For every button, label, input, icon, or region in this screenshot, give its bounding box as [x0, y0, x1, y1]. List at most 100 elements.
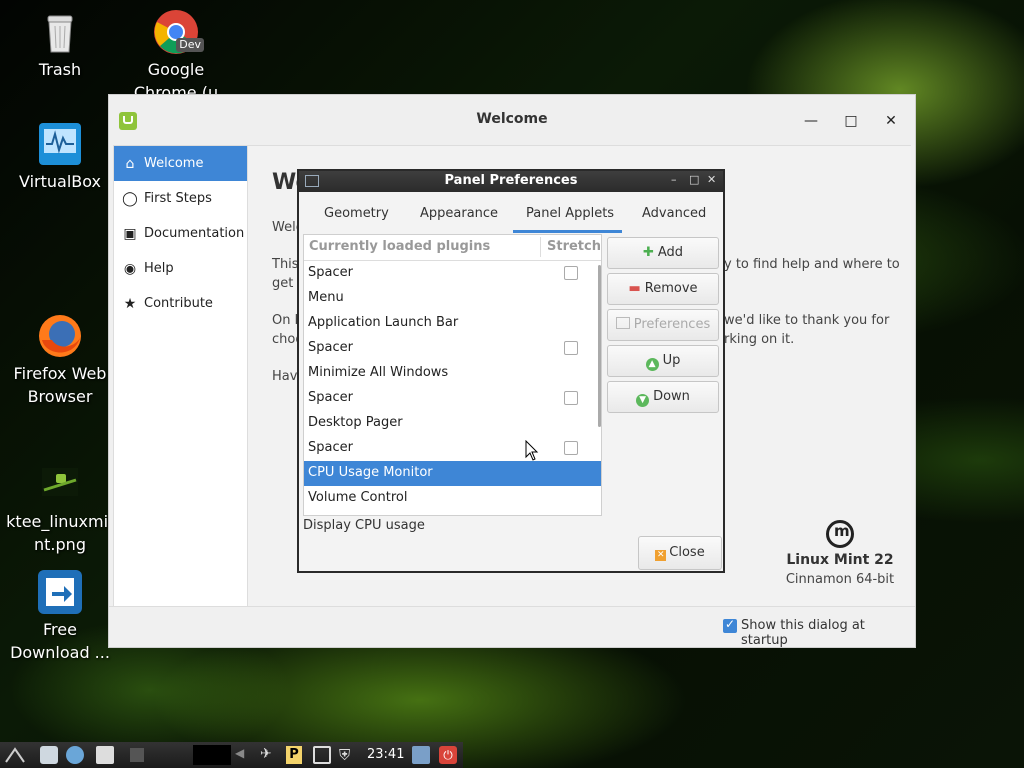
stretch-checkbox[interactable] [564, 341, 578, 355]
active-tab-indicator [513, 230, 622, 233]
book-icon: ▣ [123, 225, 137, 242]
welcome-text: get [272, 276, 294, 291]
globe-icon[interactable] [66, 746, 84, 764]
plugin-list[interactable]: Currently loaded plugins Stretch Spacer … [303, 234, 602, 516]
minimize-button[interactable]: – [671, 173, 677, 186]
network-icon[interactable]: ✈ [260, 746, 278, 764]
column-header-stretch[interactable]: Stretch [547, 239, 601, 254]
down-button[interactable]: ▼ Down [607, 381, 719, 413]
preferences-icon [615, 317, 630, 329]
menu-icon[interactable] [4, 746, 25, 764]
minimize-button[interactable]: — [801, 111, 821, 131]
list-item-selected[interactable]: CPU Usage Monitor [304, 461, 601, 486]
free-download-icon [36, 568, 84, 616]
image-file-icon [36, 460, 84, 508]
up-button-label: Up [662, 353, 681, 368]
add-button[interactable]: ✚ Add [607, 237, 719, 269]
desktop-icon-free-download[interactable]: Free Download ... [5, 568, 115, 664]
tab-appearance[interactable]: Appearance [420, 206, 498, 221]
tab-advanced[interactable]: Advanced [642, 206, 706, 221]
dialog-title: Panel Preferences [444, 173, 578, 188]
maximize-button[interactable]: □ [689, 173, 699, 186]
desktop-icon-label: Google Chrome (u [133, 60, 219, 94]
p-app-icon[interactable]: P [286, 746, 302, 764]
list-item[interactable]: Minimize All Windows [304, 361, 601, 386]
welcome-text: This [272, 257, 299, 272]
list-item[interactable]: Spacer [304, 436, 601, 461]
home-icon: ⌂ [125, 155, 135, 172]
list-item[interactable]: Volume Control [304, 486, 601, 511]
brand-name: Linux Mint 22 [786, 552, 894, 568]
plus-icon: ✚ [642, 245, 654, 260]
desktop-icon-image-file[interactable]: ktee_linuxmi- nt.png [5, 460, 115, 556]
arrow-down-icon: ▼ [636, 394, 650, 407]
close-button-label: Close [669, 545, 705, 560]
clock[interactable]: 23:41 [367, 747, 404, 762]
down-button-label: Down [653, 389, 690, 404]
browser-icon[interactable] [40, 746, 58, 764]
sidebar-item-label: First Steps [144, 191, 212, 206]
workspace-pager[interactable] [193, 745, 231, 765]
firefox-icon [36, 312, 84, 360]
sidebar-item-label: Contribute [144, 296, 213, 311]
stretch-checkbox[interactable] [564, 441, 578, 455]
sidebar-item-first-steps[interactable]: ◯ First Steps [114, 181, 247, 216]
sidebar-item-documentation[interactable]: ▣ Documentation [114, 216, 247, 251]
close-button[interactable]: ✕ [881, 111, 901, 131]
column-divider [540, 237, 541, 257]
sidebar-item-help[interactable]: ◉ Help [114, 251, 247, 286]
welcome-text: we'd like to thank you for [724, 313, 890, 328]
windows-icon[interactable] [96, 746, 114, 764]
welcome-text: rking on it. [724, 332, 795, 347]
chrome-dev-icon: Dev [152, 8, 204, 56]
power-icon[interactable]: ⏻ [439, 746, 457, 764]
desktop-icon-label: Free Download ... [10, 620, 110, 662]
plugin-name: Minimize All Windows [308, 365, 449, 380]
trash-icon [36, 8, 84, 56]
shield-icon[interactable]: ⛨ [339, 746, 357, 764]
show-on-startup-label: Show this dialog at startup [741, 618, 865, 648]
list-item[interactable]: Spacer [304, 386, 601, 411]
welcome-text: y to find help and where to [724, 257, 900, 272]
plugin-name: Menu [308, 290, 344, 305]
desktop-icon-trash[interactable]: Trash [5, 8, 115, 81]
tab-panel-applets[interactable]: Panel Applets [526, 206, 614, 221]
clipboard-icon[interactable] [313, 746, 331, 764]
sidebar-item-contribute[interactable]: ★ Contribute [114, 286, 247, 321]
desktop-icon-firefox[interactable]: Firefox Web Browser [5, 312, 115, 408]
desktop-icon-virtualbox[interactable]: VirtualBox [5, 120, 115, 193]
show-on-startup-checkbox[interactable] [723, 617, 737, 633]
preferences-button[interactable]: Preferences [607, 309, 719, 341]
lifebuoy-icon: ◉ [123, 260, 137, 277]
list-item[interactable]: Spacer [304, 336, 601, 361]
taskbar: ◀ ✈ P ⛨ 23:41 ⏻ [0, 742, 463, 768]
welcome-titlebar[interactable]: Welcome — □ ✕ [109, 95, 915, 145]
arrow-left-icon[interactable]: ◀ [235, 746, 253, 764]
sidebar-item-welcome[interactable]: ⌂ Welcome [114, 146, 247, 181]
list-item[interactable]: Menu [304, 286, 601, 311]
column-header-plugins[interactable]: Currently loaded plugins [309, 239, 490, 254]
dialog-titlebar[interactable]: Panel Preferences – □ ✕ [299, 171, 723, 192]
close-icon: ✕ [655, 550, 667, 561]
stretch-checkbox[interactable] [564, 266, 578, 280]
list-item[interactable]: Application Launch Bar [304, 311, 601, 336]
list-scrollbar[interactable] [598, 265, 601, 427]
up-button[interactable]: ▲ Up [607, 345, 719, 377]
close-button[interactable]: ✕ [707, 173, 716, 186]
plugin-name: Desktop Pager [308, 415, 403, 430]
list-item[interactable]: Spacer [304, 261, 601, 286]
maximize-button[interactable]: □ [841, 111, 861, 131]
linux-mint-logo-icon [826, 520, 854, 548]
desktop-icon-chrome[interactable]: Dev Google Chrome (u [121, 8, 231, 94]
arrow-up-icon: ▲ [645, 358, 659, 371]
tab-geometry[interactable]: Geometry [324, 206, 389, 221]
user-icon[interactable] [412, 746, 430, 764]
stretch-checkbox[interactable] [564, 391, 578, 405]
list-item[interactable]: Desktop Pager [304, 411, 601, 436]
workspace-icon[interactable] [130, 748, 144, 762]
remove-button[interactable]: ▬ Remove [607, 273, 719, 305]
plugin-name: Spacer [308, 390, 353, 405]
sidebar-item-label: Help [144, 261, 174, 276]
close-dialog-button[interactable]: ✕ Close [638, 536, 722, 570]
panel-preferences-dialog: Panel Preferences – □ ✕ Geometry Appeara… [297, 169, 725, 573]
